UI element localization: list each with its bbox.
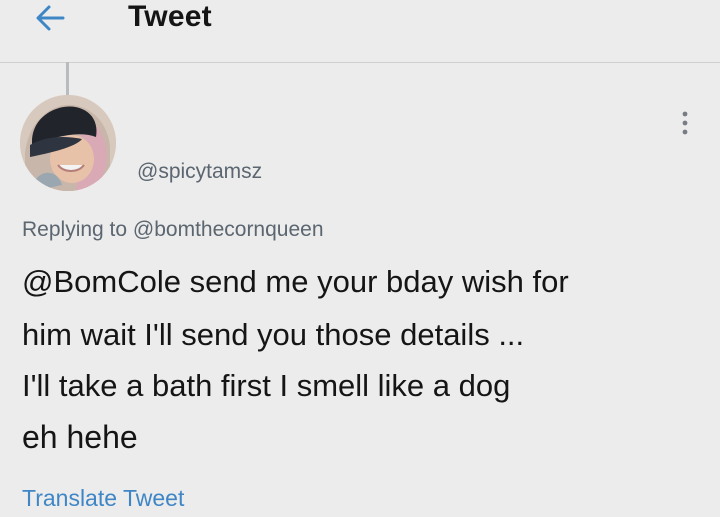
top-bar: Tweet (0, 0, 720, 63)
more-options-button[interactable] (672, 108, 698, 138)
thread-connector-line (66, 62, 69, 96)
more-vertical-icon (682, 111, 688, 135)
user-handle[interactable]: @spicytamsz (137, 158, 262, 186)
tweet-text-line: @BomCole send me your bday wish for (22, 264, 569, 299)
back-button[interactable] (28, 0, 72, 36)
avatar[interactable] (20, 95, 116, 191)
page-title: Tweet (128, 0, 212, 33)
tweet-text-line: I'll take a bath first I smell like a do… (22, 368, 511, 403)
tweet-text-line: him wait I'll send you those details ... (22, 317, 525, 352)
replying-to-text[interactable]: Replying to @bomthecornqueen (22, 216, 324, 244)
translate-tweet-link[interactable]: Translate Tweet (22, 483, 184, 513)
arrow-left-icon (36, 5, 65, 31)
tweet-text-line: eh hehe (22, 419, 138, 455)
